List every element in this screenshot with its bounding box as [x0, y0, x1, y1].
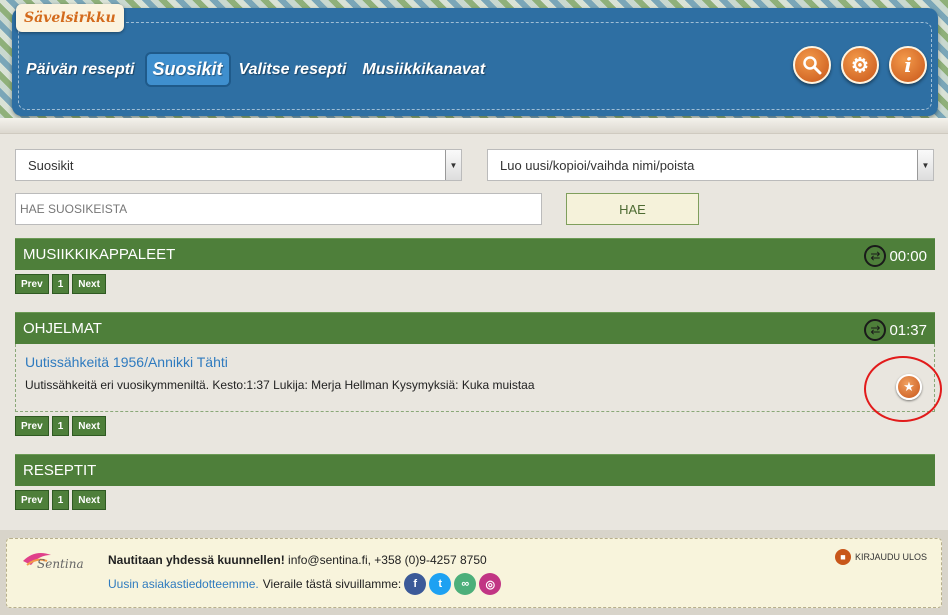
footer-contact: Nautitaan yhdessä kuunnellen! info@senti…	[108, 553, 487, 567]
section-music-time: ⇄ 00:00	[864, 245, 927, 267]
favorites-list-value: Suosikit	[28, 158, 74, 173]
instagram-icon[interactable]: ◎	[479, 573, 502, 595]
section-music-title: MUSIIKKIKAPPALEET	[23, 246, 176, 263]
repeat-icon[interactable]: ⇄	[864, 319, 887, 341]
programs-pager: Prev 1 Next	[15, 416, 109, 436]
info-button[interactable]: i	[889, 46, 927, 84]
next-button[interactable]: Next	[72, 490, 106, 510]
newsletter-link[interactable]: Uusin asiakastiedotteemme.	[108, 577, 259, 591]
search-button[interactable]	[793, 46, 831, 84]
nav-item-paivan-resepti[interactable]: Päivän resepti	[26, 61, 135, 79]
logout-label: KIRJAUDU ULOS	[854, 552, 927, 562]
nav-item-suosikit[interactable]: Suosikit	[144, 52, 231, 87]
section-recipes: RESEPTIT	[15, 454, 935, 486]
prev-button[interactable]: Prev	[15, 416, 49, 436]
music-pager: Prev 1 Next	[15, 274, 109, 294]
favorites-search-input[interactable]: HAE SUOSIKEISTA	[15, 193, 542, 225]
list-action-value: Luo uusi/kopioi/vaihda nimi/poista	[500, 158, 695, 173]
page-number-button[interactable]: 1	[51, 416, 70, 436]
link-icon[interactable]: ∞	[454, 573, 477, 595]
section-recipes-title: RESEPTIT	[23, 462, 97, 479]
footer-contact-info: info@sentina.fi, +358 (0)9-4257 8750	[284, 553, 487, 567]
page-number-button[interactable]: 1	[51, 274, 70, 294]
music-duration: 00:00	[889, 247, 927, 265]
program-description: Uutissähkeitä eri vuosikymmeniltä. Kesto…	[25, 378, 535, 392]
lock-icon: ■	[834, 549, 851, 565]
program-title-link[interactable]: Uutissähkeitä 1956/Annikki Tähti	[25, 354, 228, 370]
program-list-item: Uutissähkeitä 1956/Annikki Tähti Uutissä…	[15, 344, 935, 412]
facebook-icon[interactable]: f	[404, 573, 427, 595]
sub-header-bar	[0, 118, 948, 134]
repeat-icon[interactable]: ⇄	[864, 245, 887, 267]
sentina-brand: Sentina	[37, 557, 84, 571]
info-icon: i	[904, 53, 912, 77]
search-submit-button[interactable]: HAE	[566, 193, 699, 225]
settings-button[interactable]: ⚙	[841, 46, 879, 84]
main-nav: Päivän resepti Suosikit Valitse resepti …	[26, 52, 501, 87]
prev-button[interactable]: Prev	[15, 274, 49, 294]
section-programs: OHJELMAT ⇄ 01:37	[15, 312, 935, 344]
nav-item-musiikkikanavat[interactable]: Musiikkikanavat	[362, 61, 485, 79]
footer-slogan: Nautitaan yhdessä kuunnellen!	[108, 553, 285, 567]
logout-button[interactable]: ■ KIRJAUDU ULOS	[834, 549, 927, 565]
chevron-down-icon[interactable]: ▼	[917, 150, 933, 180]
search-icon	[803, 56, 822, 75]
page-number-button[interactable]: 1	[51, 490, 70, 510]
nav-item-valitse-resepti[interactable]: Valitse resepti	[239, 61, 347, 79]
recipes-pager: Prev 1 Next	[15, 490, 109, 510]
section-programs-title: OHJELMAT	[23, 320, 102, 337]
gear-icon: ⚙	[851, 54, 869, 77]
programs-duration: 01:37	[889, 321, 927, 339]
list-action-select[interactable]: Luo uusi/kopioi/vaihda nimi/poista ▼	[487, 149, 934, 181]
prev-button[interactable]: Prev	[15, 490, 49, 510]
highlight-annotation	[864, 356, 942, 422]
footer-visit-text: Vieraile tästä sivuillamme:	[262, 577, 402, 591]
section-programs-time: ⇄ 01:37	[864, 319, 927, 341]
chevron-down-icon[interactable]: ▼	[445, 150, 461, 180]
section-music: MUSIIKKIKAPPALEET ⇄ 00:00	[15, 238, 935, 270]
twitter-icon[interactable]: t	[429, 573, 452, 595]
footer: Sentina Nautitaan yhdessä kuunnellen! in…	[6, 538, 942, 608]
next-button[interactable]: Next	[72, 274, 106, 294]
footer-links: Uusin asiakastiedotteemme. Vieraile täst…	[108, 573, 502, 595]
next-button[interactable]: Next	[72, 416, 106, 436]
favorites-list-select[interactable]: Suosikit ▼	[15, 149, 462, 181]
app-logo[interactable]: Sävelsirkku	[16, 4, 124, 32]
